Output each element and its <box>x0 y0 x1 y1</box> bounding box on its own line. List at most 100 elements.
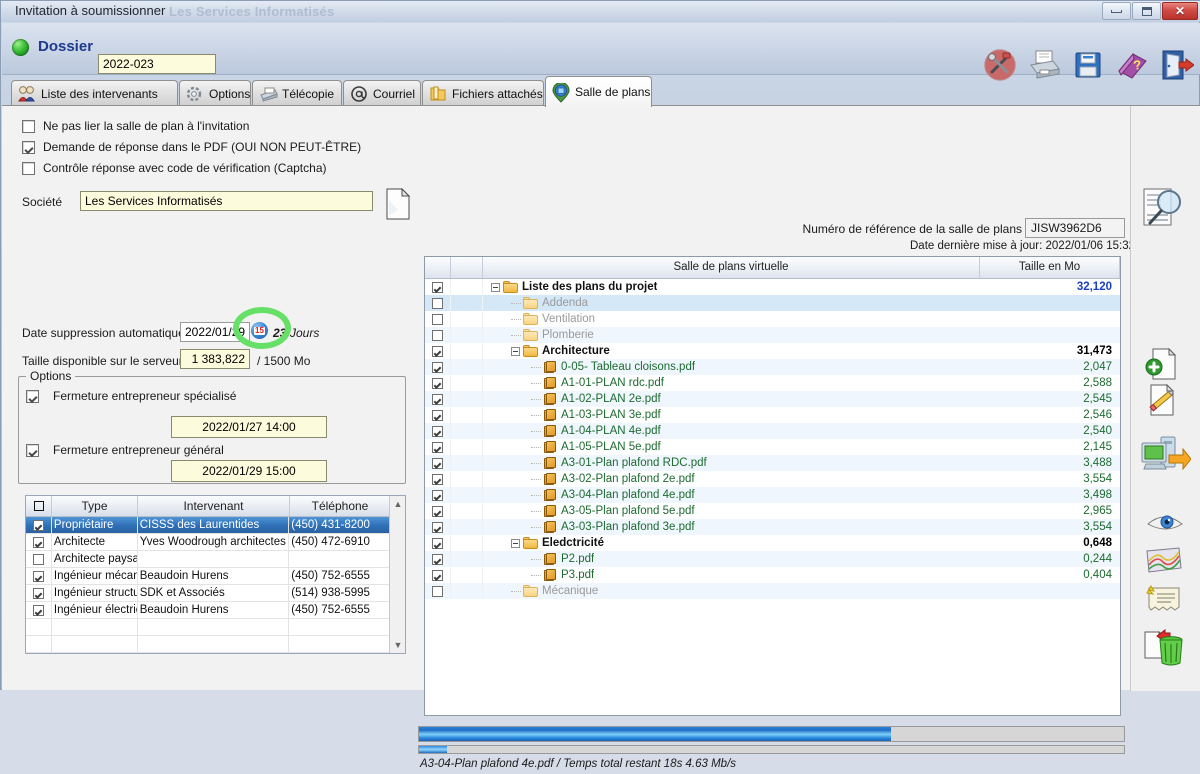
tree-row[interactable]: A3-03-Plan plafond 3e.pdf3,554 <box>425 519 1120 535</box>
tab-fichiers-attaches[interactable]: Fichiers attachés <box>422 80 544 106</box>
grid-scrollbar[interactable]: ▲ ▼ <box>389 496 405 653</box>
tab-courriel[interactable]: Courriel <box>343 80 421 106</box>
checkbox-demande-reponse-pdf[interactable]: Demande de réponse dans le PDF (OUI NON … <box>22 140 361 154</box>
tree-row[interactable]: Addenda <box>425 295 1120 311</box>
row-checkbox[interactable] <box>26 534 52 550</box>
tree-row[interactable]: A3-02-Plan plafond 2e.pdf3,554 <box>425 471 1120 487</box>
tree-row[interactable]: P2.pdf0,244 <box>425 551 1120 567</box>
tree-row-checkbox[interactable] <box>425 423 451 439</box>
tree-row[interactable]: P3.pdf0,404 <box>425 567 1120 583</box>
tree-row-checkbox[interactable] <box>425 471 451 487</box>
tab-options[interactable]: Options <box>179 80 251 106</box>
tree-row-checkbox[interactable] <box>425 407 451 423</box>
tree-row-checkbox[interactable] <box>425 375 451 391</box>
tree-row-checkbox[interactable] <box>425 551 451 567</box>
row-checkbox[interactable] <box>26 636 52 652</box>
calendar-icon[interactable]: 15 <box>251 322 268 339</box>
table-row[interactable]: Propriétaire CISSS des Laurentides (450)… <box>26 517 390 534</box>
maximize-button[interactable] <box>1132 2 1161 20</box>
date-fermeture-specialise[interactable]: 2022/01/27 14:00 <box>171 416 327 438</box>
checkbox-fermeture-general[interactable]: Fermeture entrepreneur général <box>26 443 224 457</box>
grid-header-intervenant[interactable]: Intervenant <box>138 496 290 516</box>
tree-row-checkbox[interactable] <box>425 343 451 359</box>
tree-row[interactable]: Ventilation <box>425 311 1120 327</box>
row-checkbox[interactable] <box>26 568 52 584</box>
tree-row[interactable]: A1-04-PLAN 4e.pdf2,540 <box>425 423 1120 439</box>
plan-thumbnail-icon[interactable] <box>1145 546 1183 577</box>
certificate-icon[interactable] <box>1145 584 1183 615</box>
tree-row-checkbox[interactable] <box>425 279 451 295</box>
table-row[interactable]: Architecte paysag <box>26 551 390 568</box>
tree-row[interactable]: A1-02-PLAN 2e.pdf2,545 <box>425 391 1120 407</box>
tree-row-checkbox[interactable] <box>425 391 451 407</box>
upload-computer-icon[interactable] <box>1139 433 1191 482</box>
tree-row-checkbox[interactable] <box>425 439 451 455</box>
tree-row-checkbox[interactable] <box>425 567 451 583</box>
tree-row[interactable]: Éledctricité0,648 <box>425 535 1120 551</box>
tree-row-checkbox[interactable] <box>425 487 451 503</box>
row-checkbox[interactable] <box>26 619 52 635</box>
tree-row-checkbox[interactable] <box>425 455 451 471</box>
document-template-icon[interactable] <box>385 188 411 220</box>
table-row[interactable]: Ingénieur mécani Beaudoin Hurens (450) 7… <box>26 568 390 585</box>
tree-row-checkbox[interactable] <box>425 359 451 375</box>
tree-header-name[interactable]: Salle de plans virtuelle <box>483 257 980 278</box>
minimize-button[interactable] <box>1102 2 1131 20</box>
tree-row[interactable]: Architecture31,473 <box>425 343 1120 359</box>
date-fermeture-general[interactable]: 2022/01/29 15:00 <box>171 460 327 482</box>
close-button[interactable]: ✕ <box>1162 2 1198 20</box>
plan-room-tree[interactable]: Salle de plans virtuelle Taille en Mo Li… <box>424 256 1121 716</box>
tree-header-checkbox[interactable] <box>425 257 451 278</box>
grid-header-checkbox[interactable] <box>26 496 52 516</box>
tree-row-checkbox[interactable] <box>425 295 451 311</box>
tree-row-checkbox[interactable] <box>425 327 451 343</box>
tree-row[interactable]: Plomberie <box>425 327 1120 343</box>
add-document-icon[interactable] <box>1145 347 1179 384</box>
row-checkbox[interactable] <box>26 585 52 601</box>
row-checkbox[interactable] <box>26 517 52 533</box>
table-row[interactable]: Architecte Yves Woodrough architectes (4… <box>26 534 390 551</box>
tree-row[interactable]: A1-03-PLAN 3e.pdf2,546 <box>425 407 1120 423</box>
checkbox-ne-pas-lier[interactable]: Ne pas lier la salle de plan à l'invitat… <box>22 119 249 133</box>
grid-header-telephone[interactable]: Téléphone <box>290 496 391 516</box>
collapse-expander-icon[interactable] <box>511 539 520 548</box>
collapse-expander-icon[interactable] <box>511 347 520 356</box>
reference-input[interactable]: JISW3962D6 <box>1025 218 1125 238</box>
tree-row[interactable]: Liste des plans du projet32,120 <box>425 279 1120 295</box>
tree-row[interactable]: A3-05-Plan plafond 5e.pdf2,965 <box>425 503 1120 519</box>
grid-header-type[interactable]: Type <box>52 496 138 516</box>
table-row[interactable]: Ingénieur structur SDK et Associés (514)… <box>26 585 390 602</box>
table-row[interactable] <box>26 619 390 636</box>
tree-row-checkbox[interactable] <box>425 503 451 519</box>
edit-document-icon[interactable] <box>1145 383 1179 420</box>
intervenants-grid[interactable]: Type Intervenant Téléphone Propriétaire … <box>25 495 406 654</box>
checkbox-fermeture-specialise[interactable]: Fermeture entrepreneur spécialisé <box>26 389 236 403</box>
tree-row[interactable]: Mécanique <box>425 583 1120 599</box>
tab-salle-de-plans[interactable]: Salle de plans <box>545 76 652 107</box>
societe-input[interactable]: Les Services Informatisés <box>80 191 373 211</box>
tree-row[interactable]: A3-01-Plan plafond RDC.pdf3,488 <box>425 455 1120 471</box>
tree-row-checkbox[interactable] <box>425 519 451 535</box>
tab-liste-des-intervenants[interactable]: Liste des intervenants <box>11 80 178 106</box>
tree-row[interactable]: 0-05- Tableau cloisons.pdf2,047 <box>425 359 1120 375</box>
trash-icon[interactable] <box>1143 626 1187 671</box>
tree-header-size[interactable]: Taille en Mo <box>980 257 1120 278</box>
tree-row-checkbox[interactable] <box>425 583 451 599</box>
search-document-icon[interactable] <box>1141 186 1185 231</box>
scroll-up-icon[interactable]: ▲ <box>390 496 406 512</box>
collapse-expander-icon[interactable] <box>491 283 500 292</box>
tab-telecopie[interactable]: Télécopie <box>252 80 342 106</box>
tree-row[interactable]: A1-01-PLAN rdc.pdf2,588 <box>425 375 1120 391</box>
tree-row[interactable]: A3-04-Plan plafond 4e.pdf3,498 <box>425 487 1120 503</box>
scroll-down-icon[interactable]: ▼ <box>390 637 406 653</box>
date-suppression-input[interactable]: 2022/01/29 <box>180 322 250 342</box>
tree-row-checkbox[interactable] <box>425 535 451 551</box>
row-checkbox[interactable] <box>26 602 52 618</box>
row-checkbox[interactable] <box>26 551 52 567</box>
preview-eye-icon[interactable] <box>1146 511 1184 536</box>
tree-row[interactable]: A1-05-PLAN 5e.pdf2,145 <box>425 439 1120 455</box>
dossier-input[interactable]: 2022-023 <box>98 54 216 74</box>
table-row[interactable]: Ingénieur électrici Beaudoin Hurens (450… <box>26 602 390 619</box>
checkbox-controle-captcha[interactable]: Contrôle réponse avec code de vérificati… <box>22 161 327 175</box>
table-row[interactable] <box>26 636 390 653</box>
